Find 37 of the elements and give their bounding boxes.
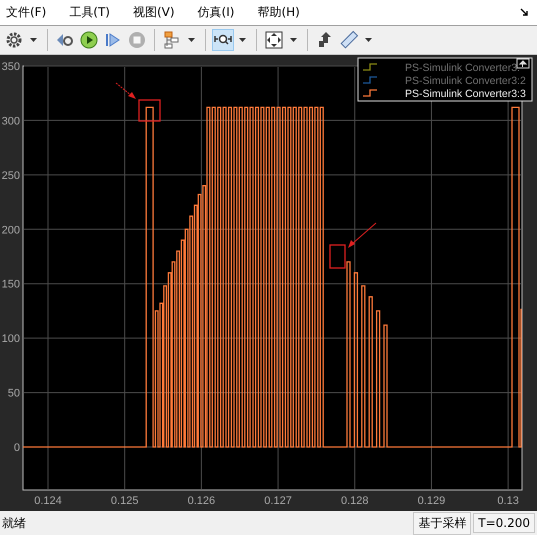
toolbar-button[interactable] — [78, 29, 100, 51]
status-text: 就绪 — [2, 514, 26, 532]
caret-icon[interactable] — [239, 38, 246, 42]
toolbar-button[interactable] — [212, 29, 234, 51]
y-tick-label: 200 — [2, 224, 20, 236]
undock-icon[interactable] — [520, 8, 529, 17]
x-tick-label: 0.124 — [34, 495, 62, 507]
y-tick-label: 50 — [8, 388, 20, 400]
x-tick-label: 0.128 — [340, 495, 368, 507]
annotation-box — [329, 244, 346, 269]
y-tick-label: 0 — [14, 442, 20, 454]
x-tick-label: 0.126 — [188, 495, 216, 507]
y-tick-label: 150 — [2, 278, 20, 291]
legend-entry[interactable]: PS-Simulink Converter3:3 — [405, 88, 526, 100]
sample-mode-text: 基于采样 — [413, 512, 472, 534]
menu-item[interactable]: 仿真(I) — [198, 4, 234, 21]
x-tick-label: 0.125 — [110, 495, 138, 507]
time-text: T=0.200 — [473, 513, 535, 533]
y-tick-label: 350 — [2, 61, 20, 73]
x-tick-label: 0.13 — [497, 495, 519, 507]
menu-item[interactable]: 工具(T) — [69, 4, 110, 21]
menu-item[interactable]: 帮助(H) — [257, 4, 300, 21]
caret-icon[interactable] — [30, 38, 37, 42]
toolbar-button[interactable] — [263, 29, 285, 51]
x-tick-label: 0.127 — [264, 495, 292, 507]
x-tick-label: 0.129 — [418, 495, 446, 507]
annotation-arrow — [348, 222, 376, 248]
annotation-box — [138, 99, 161, 122]
y-tick-label: 250 — [2, 170, 20, 182]
menu-item[interactable]: 视图(V) — [132, 4, 175, 21]
menu-item[interactable]: 文件(F) — [6, 4, 46, 21]
y-tick-label: 100 — [2, 333, 20, 346]
caret-icon[interactable] — [188, 38, 195, 42]
caret-icon[interactable] — [365, 38, 372, 42]
caret-icon[interactable] — [290, 38, 297, 42]
annotation-arrow — [116, 82, 136, 99]
y-tick-label: 300 — [2, 115, 20, 128]
